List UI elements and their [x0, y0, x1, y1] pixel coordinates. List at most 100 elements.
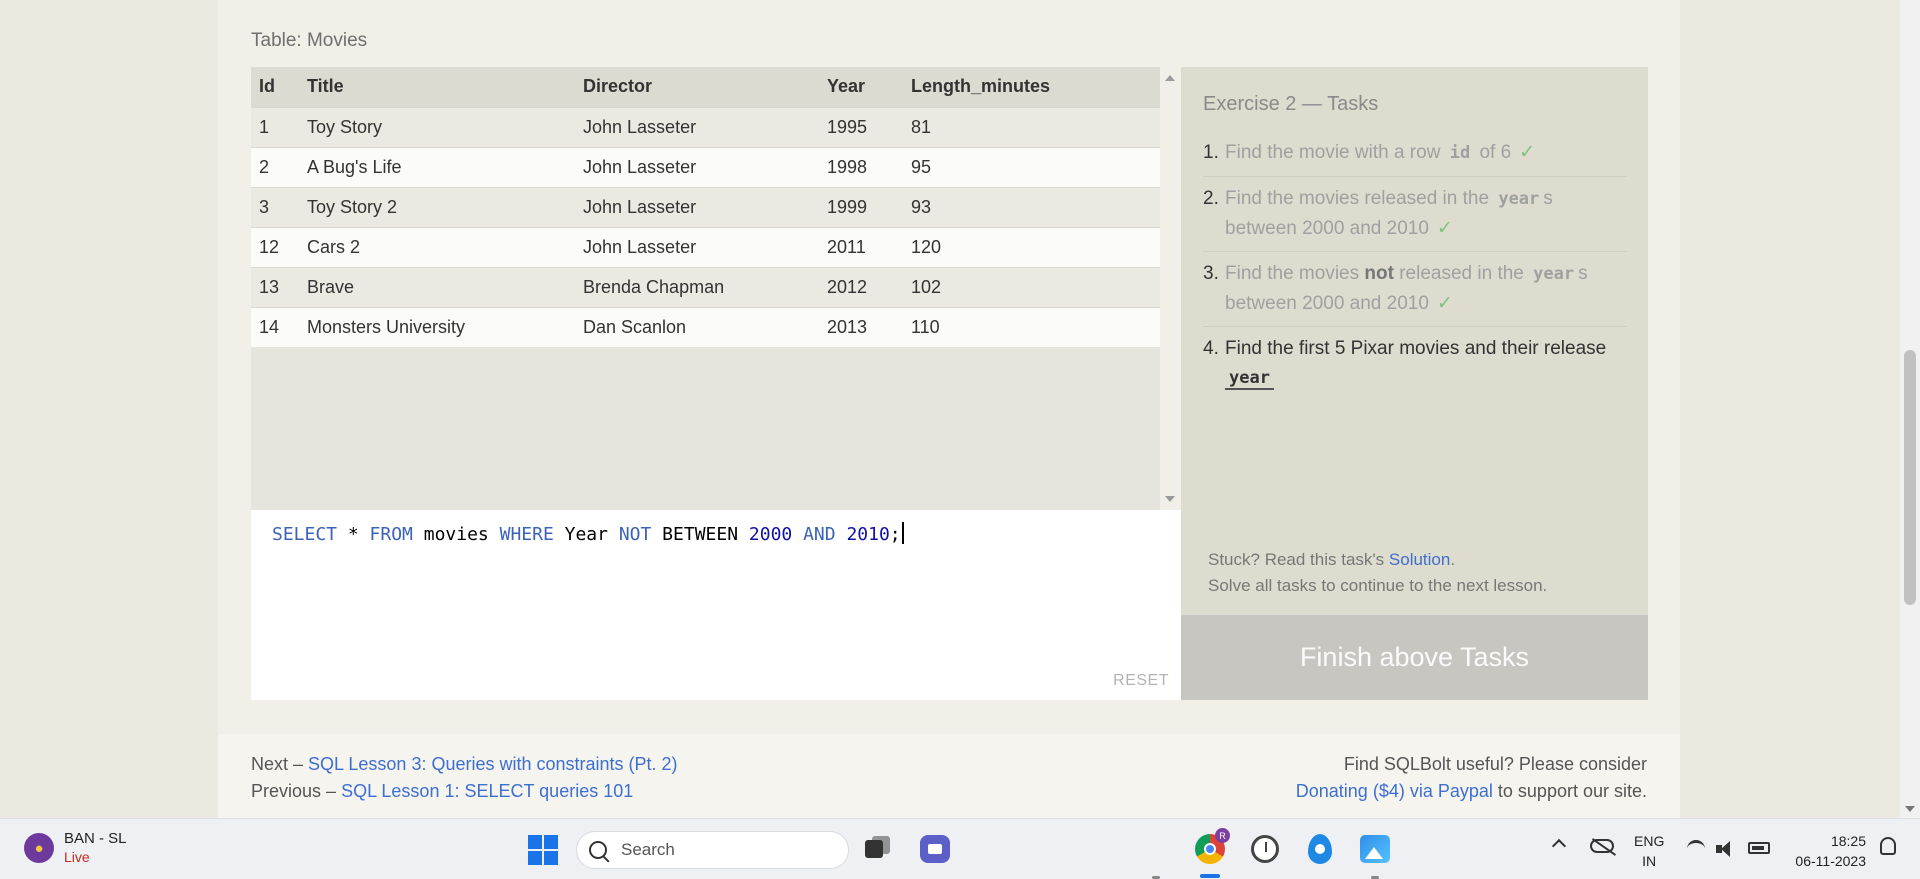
- onedrive-offline-icon[interactable]: [1590, 839, 1614, 853]
- table-row: 3 Toy Story 2 John Lasseter 1999 93: [251, 186, 1160, 227]
- language-indicator[interactable]: ENG IN: [1634, 831, 1664, 871]
- cell-year: 1998: [819, 146, 903, 187]
- sql-editor[interactable]: SELECT * FROM movies WHERE Year NOT BETW…: [251, 510, 1181, 700]
- task-code: year: [1533, 264, 1575, 284]
- sql-keyword: WHERE: [499, 524, 554, 545]
- cell-year: 1999: [819, 186, 903, 227]
- cell-director: Dan Scanlon: [575, 306, 819, 347]
- table-row: 2 A Bug's Life John Lasseter 1998 95: [251, 146, 1160, 187]
- clock-date: 06-11-2023: [1795, 853, 1866, 869]
- stuck-text: Stuck? Read this task's: [1208, 550, 1385, 569]
- active-app-indicator: [1200, 874, 1220, 878]
- clock-time: 18:25: [1830, 833, 1866, 849]
- notification-icon[interactable]: [1880, 837, 1896, 855]
- wifi-icon[interactable]: [1687, 840, 1705, 858]
- task-number: 4.: [1203, 338, 1219, 359]
- windows-logo-icon: [544, 835, 558, 849]
- cell-title: A Bug's Life: [299, 146, 575, 187]
- taskbar-search[interactable]: Search: [576, 831, 849, 869]
- browser-page: Table: Movies Id Title Director Year Len…: [0, 0, 1920, 818]
- cell-director: John Lasseter: [575, 146, 819, 187]
- cell-title: Brave: [299, 266, 575, 307]
- scroll-down-icon[interactable]: [1165, 496, 1175, 502]
- sql-text: movies: [412, 524, 500, 545]
- cell-length: 110: [903, 306, 1160, 347]
- task-text: Find the movies not released in the year…: [1225, 259, 1627, 318]
- tasks-heading: Exercise 2 — Tasks: [1203, 93, 1379, 115]
- check-icon: ✓: [1436, 293, 1453, 314]
- support-donate: Donating ($4) via Paypal to support our …: [1296, 781, 1647, 802]
- task-text: Find the movies released in the year s be…: [1225, 184, 1627, 243]
- task-list: 1. Find the movie with a row id of 6 ✓ 2.…: [1203, 131, 1627, 401]
- volume-icon[interactable]: [1716, 840, 1736, 858]
- donate-link[interactable]: Donating ($4) via Paypal: [1296, 781, 1493, 801]
- column-header-title: Title: [299, 67, 575, 107]
- cell-year: 2011: [819, 226, 903, 267]
- cell-director: Brenda Chapman: [575, 266, 819, 307]
- chevron-up-icon[interactable]: [1551, 838, 1567, 854]
- task-item: 2. Find the movies released in the year s…: [1203, 177, 1627, 252]
- cell-length: 81: [903, 106, 1160, 147]
- column-header-director: Director: [575, 67, 819, 107]
- cell-year: 1995: [819, 106, 903, 147]
- scroll-down-icon[interactable]: [1905, 806, 1915, 812]
- support-suffix: to support our site.: [1497, 781, 1647, 801]
- sql-text: Year: [553, 524, 619, 545]
- task-text-part: Find the movie with a row: [1225, 142, 1441, 163]
- photos-icon[interactable]: [1357, 831, 1393, 867]
- search-icon: [589, 841, 607, 859]
- task-view-icon[interactable]: [859, 831, 895, 867]
- sql-query-text[interactable]: SELECT * FROM movies WHERE Year NOT BETW…: [272, 522, 904, 545]
- task-text: Find the first 5 Pixar movies and their …: [1225, 334, 1627, 393]
- next-lesson-link[interactable]: SQL Lesson 3: Queries with constraints (…: [308, 754, 678, 774]
- support-text: Find SQLBolt useful? Please consider: [1343, 754, 1647, 774]
- task-item: 4. Find the first 5 Pixar movies and the…: [1203, 327, 1627, 401]
- solution-link[interactable]: Solution: [1389, 550, 1450, 569]
- task-text-part: released in the: [1399, 263, 1524, 284]
- cell-title: Monsters University: [299, 306, 575, 347]
- previous-lesson-link[interactable]: SQL Lesson 1: SELECT queries 101: [341, 781, 633, 801]
- task-text-part: Find the movies: [1225, 263, 1360, 284]
- table-row: 14 Monsters University Dan Scanlon 2013 …: [251, 306, 1160, 347]
- chrome-icon[interactable]: R: [1192, 828, 1230, 867]
- solve-all-text: Solve all tasks to continue to the next …: [1208, 576, 1548, 595]
- cell-id: 12: [251, 226, 299, 267]
- maps-icon[interactable]: [1302, 831, 1338, 867]
- results-table: Id Title Director Year Length_minutes 1 …: [251, 67, 1160, 347]
- task-code: id: [1449, 143, 1471, 163]
- cell-length: 93: [903, 186, 1160, 227]
- column-header-year: Year: [819, 67, 903, 107]
- clock-app-icon[interactable]: [1247, 831, 1283, 867]
- language-code: ENG: [1634, 833, 1665, 849]
- tasks-panel: Exercise 2 — Tasks 1. Find the movie wit…: [1181, 67, 1648, 615]
- cell-director: John Lasseter: [575, 106, 819, 147]
- results-panel: Id Title Director Year Length_minutes 1 …: [251, 67, 1160, 510]
- sql-text: ;: [889, 524, 901, 545]
- scroll-up-icon[interactable]: [1165, 75, 1175, 81]
- sql-keyword: SELECT: [272, 524, 338, 545]
- next-prefix: Next –: [251, 754, 304, 774]
- table-header-row: Id Title Director Year Length_minutes: [251, 67, 1160, 107]
- stuck-punct: .: [1450, 550, 1456, 569]
- widget-text: BAN - SL Live: [64, 830, 127, 866]
- cell-id: 1: [251, 106, 299, 147]
- page-scroll-thumb[interactable]: [1904, 350, 1916, 605]
- start-button[interactable]: [528, 835, 558, 865]
- page-scrollbar[interactable]: [1900, 0, 1920, 818]
- cell-id: 3: [251, 186, 299, 227]
- table-row: 12 Cars 2 John Lasseter 2011 120: [251, 226, 1160, 267]
- live-score-widget[interactable]: ● BAN - SL Live: [24, 830, 127, 866]
- battery-icon[interactable]: [1748, 842, 1770, 854]
- stuck-hint: Stuck? Read this task's Solution. Solve …: [1208, 547, 1547, 599]
- reset-button[interactable]: RESET: [1113, 672, 1169, 690]
- meet-icon[interactable]: [917, 831, 953, 867]
- cell-year: 2013: [819, 306, 903, 347]
- check-icon: ✓: [1519, 142, 1536, 163]
- system-clock[interactable]: 18:25 06-11-2023: [1786, 831, 1866, 871]
- task-number: 3.: [1203, 263, 1219, 284]
- finish-tasks-button[interactable]: Finish above Tasks: [1181, 615, 1648, 700]
- cell-id: 13: [251, 266, 299, 307]
- profile-badge: R: [1215, 828, 1230, 843]
- task-item: 1. Find the movie with a row id of 6 ✓: [1203, 131, 1627, 177]
- results-scrollbar[interactable]: [1160, 67, 1180, 510]
